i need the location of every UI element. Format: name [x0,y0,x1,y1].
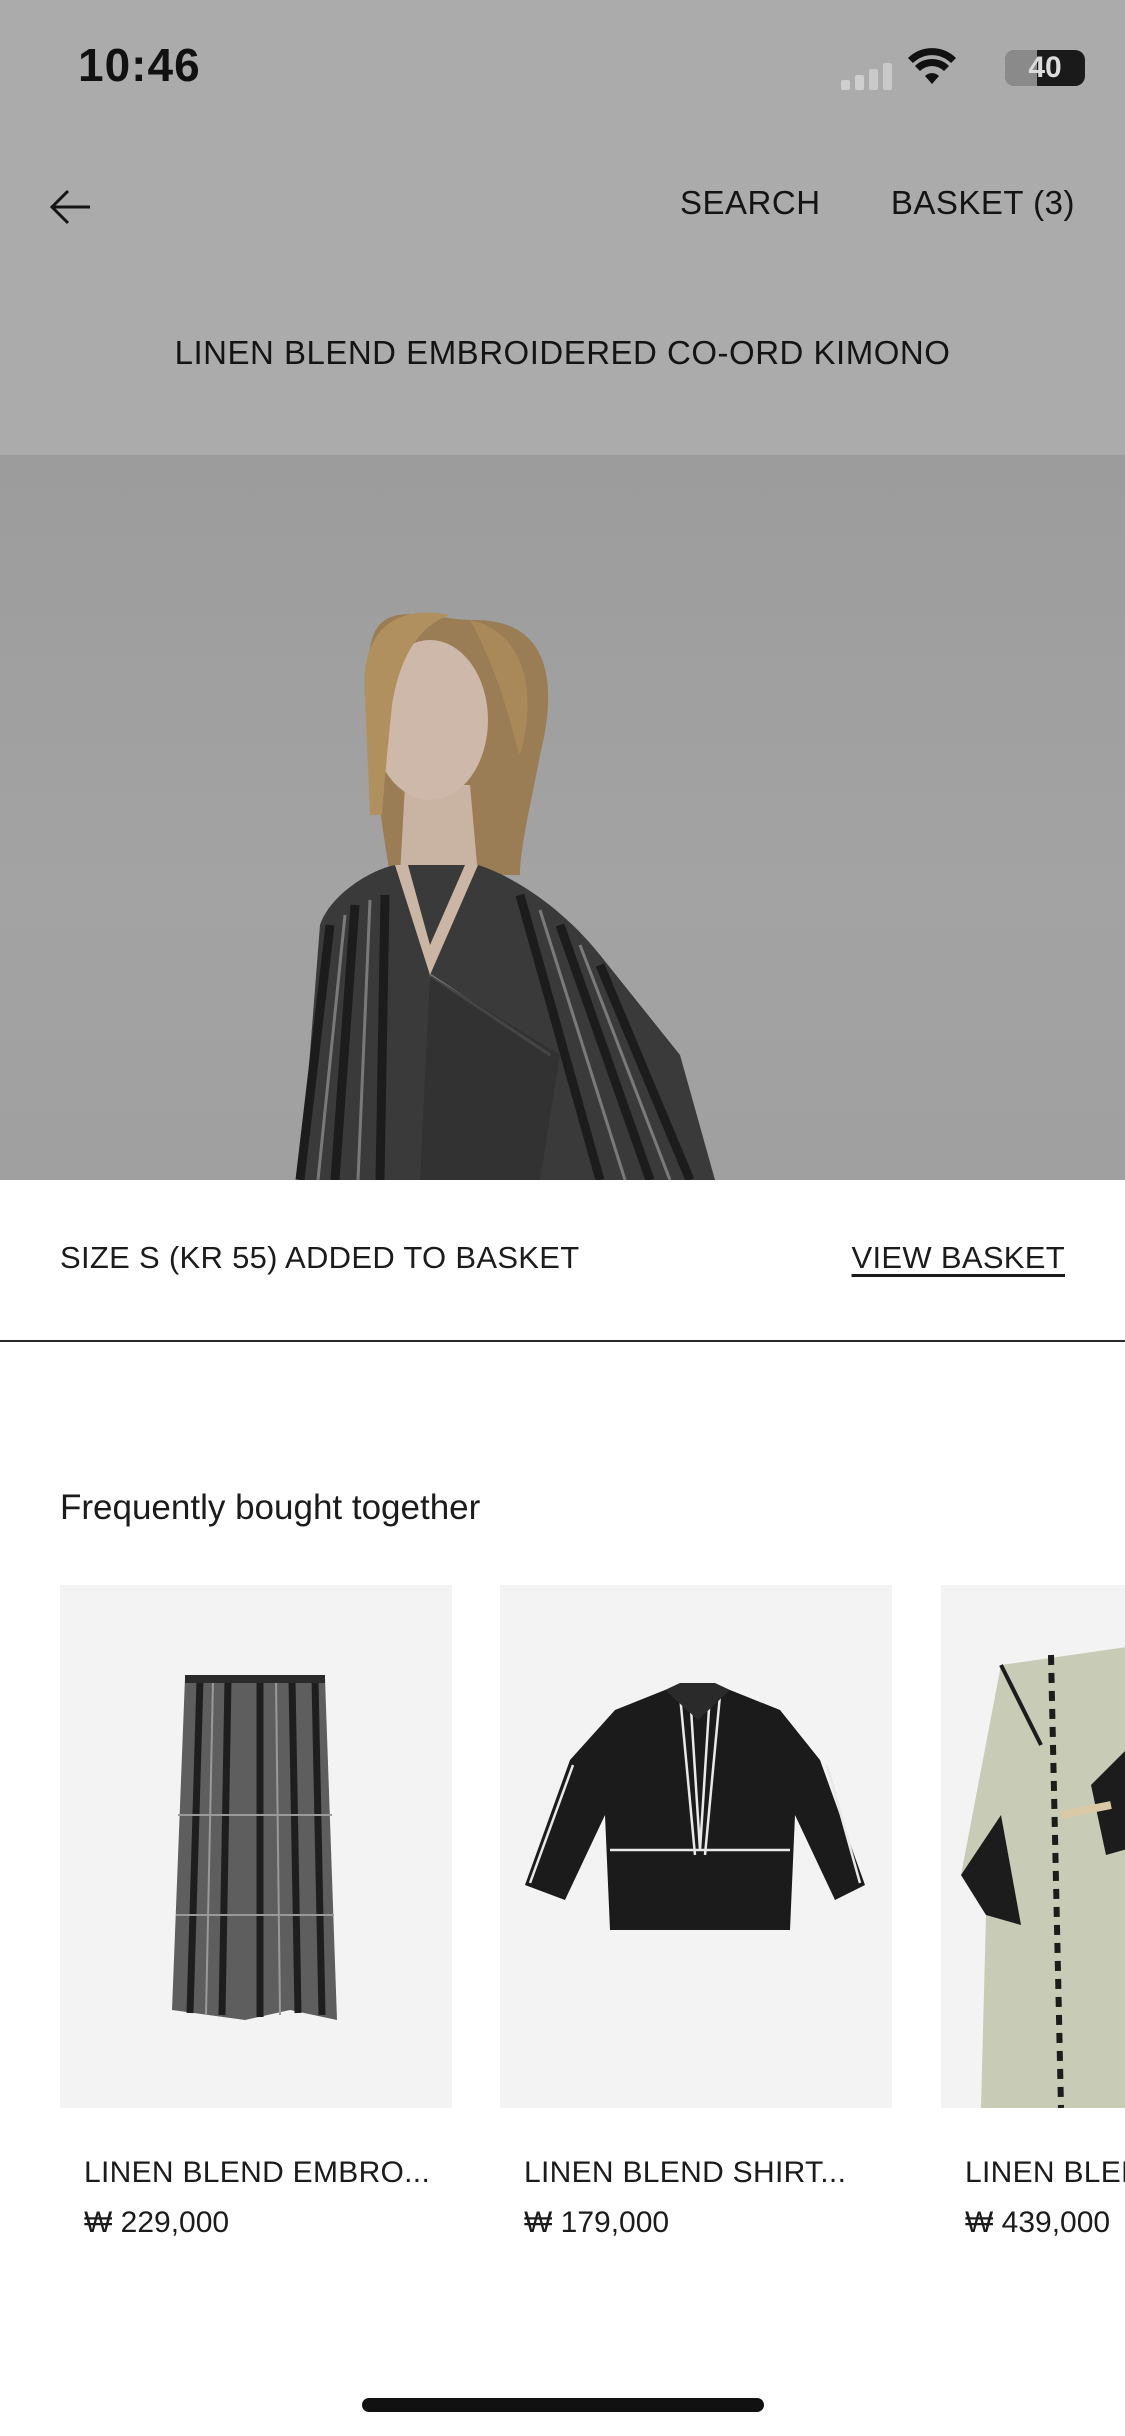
product-thumbnail [60,1585,452,2108]
product-thumbnail [500,1585,892,2108]
product-title: LINEN BLEND EMBROIDERED CO-ORD KIMONO [174,334,951,371]
wifi-icon [908,48,956,84]
product-price: ₩ 439,000 [965,2206,1111,2239]
search-button[interactable]: SEARCH [680,184,821,222]
section-title: Frequently bought together [60,1488,481,1527]
notice-message: SIZE S (KR 55) ADDED TO BASKET [60,1240,580,1275]
skirt-image [172,1675,337,2020]
product-card[interactable]: LINEN BLEND ₩ 439,000 [941,1585,1125,2240]
product-thumbnail [941,1585,1125,2108]
basket-button[interactable]: BASKET (3) [891,184,1075,222]
shirt-image [525,1683,865,1930]
cellular-signal-icon [841,62,895,90]
product-card[interactable]: LINEN BLEND SHIRT... ₩ 179,000 [500,1585,892,2240]
product-image[interactable] [0,455,1125,1180]
product-price: ₩ 179,000 [524,2206,670,2239]
product-price: ₩ 229,000 [84,2206,230,2239]
view-basket-link[interactable]: VIEW BASKET [852,1240,1065,1276]
product-name: LINEN BLEND SHIRT... [524,2156,847,2189]
product-name: LINEN BLEND [965,2156,1125,2189]
product-card[interactable]: LINEN BLEND EMBRO... ₩ 229,000 [60,1585,452,2240]
recommendation-carousel[interactable]: LINEN BLEND EMBRO... ₩ 229,000 LINEN BLE… [60,1585,1125,2285]
header-overlay: 10:46 40 SEARCH BASKET (3) LINEN BLEND E… [0,0,1125,455]
kimono-image [961,1647,1125,2108]
added-to-basket-notice: SIZE S (KR 55) ADDED TO BASKET VIEW BASK… [0,1180,1125,1342]
battery-icon: 40 [1005,50,1085,86]
status-icons: 40 [825,48,1085,90]
battery-percent: 40 [1028,51,1062,84]
status-time: 10:46 [78,39,201,91]
home-indicator[interactable] [362,2398,764,2412]
model-photo [295,612,715,1180]
arrow-left-icon[interactable] [46,182,96,232]
product-name: LINEN BLEND EMBRO... [84,2156,431,2189]
